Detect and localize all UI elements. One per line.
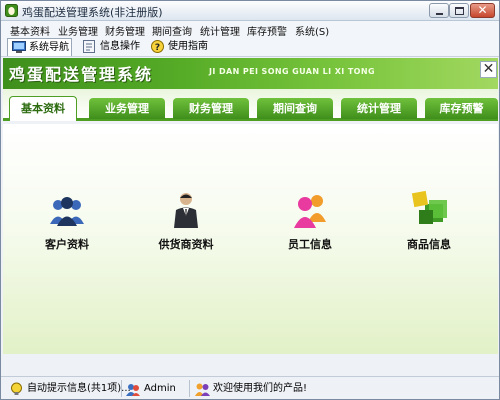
tab-business[interactable]: 业务管理 bbox=[89, 98, 165, 119]
menu-stock-alert[interactable]: 库存预警 bbox=[247, 23, 287, 38]
module-staff-label: 员工信息 bbox=[288, 238, 332, 251]
tab-statistics[interactable]: 统计管理 bbox=[341, 98, 417, 119]
status-divider bbox=[121, 380, 122, 397]
module-customers[interactable]: 客户资料 bbox=[27, 190, 107, 252]
tool-system-nav[interactable]: 系统导航 bbox=[7, 38, 72, 56]
tab-strip: 基本资料 业务管理 财务管理 期间查询 统计管理 库存预警 bbox=[3, 89, 498, 121]
banner-close-button[interactable]: ✕ bbox=[480, 61, 497, 78]
menu-statistics[interactable]: 统计管理 bbox=[200, 23, 240, 38]
staff-icon bbox=[294, 195, 326, 228]
module-goods[interactable]: 商品信息 bbox=[389, 190, 469, 252]
module-suppliers[interactable]: 供货商资料 bbox=[146, 190, 226, 252]
supplier-icon bbox=[174, 193, 198, 228]
status-auto-tip[interactable]: 自动提示信息(共1项)... bbox=[7, 381, 131, 397]
toolbar: 系统导航 信息操作 ? 使用指南 bbox=[1, 37, 499, 57]
module-panel: 客户资料 供货商资料 员工信息 商品信息 bbox=[3, 124, 498, 354]
lightbulb-icon bbox=[11, 382, 22, 395]
module-goods-label: 商品信息 bbox=[407, 238, 451, 251]
menu-business[interactable]: 业务管理 bbox=[58, 23, 98, 38]
goods-icon bbox=[411, 190, 447, 224]
title-bar[interactable]: 鸡蛋配送管理系统(非注册版) ✕ bbox=[1, 1, 499, 21]
tab-finance[interactable]: 财务管理 bbox=[173, 98, 249, 119]
close-button[interactable]: ✕ bbox=[470, 3, 495, 18]
status-welcome-text: 欢迎使用我们的产品! bbox=[213, 383, 308, 394]
svg-text:?: ? bbox=[155, 43, 160, 53]
menu-basic-data[interactable]: 基本资料 bbox=[10, 23, 50, 38]
banner-title: 鸡蛋配送管理系统 bbox=[9, 65, 154, 84]
tab-basic-data[interactable]: 基本资料 bbox=[9, 96, 77, 121]
status-user: Admin bbox=[124, 381, 184, 397]
tool-user-guide-label: 使用指南 bbox=[168, 41, 208, 52]
maximize-button[interactable] bbox=[449, 3, 469, 18]
minimize-button[interactable] bbox=[429, 3, 449, 18]
help-icon: ? bbox=[151, 40, 164, 53]
status-bar: 自动提示信息(共1项)... Admin 欢迎使用我们的产品! bbox=[1, 376, 499, 399]
window-title: 鸡蛋配送管理系统(非注册版) bbox=[22, 6, 163, 19]
maximize-icon bbox=[455, 7, 464, 15]
module-staff[interactable]: 员工信息 bbox=[270, 190, 350, 252]
app-window: 鸡蛋配送管理系统(非注册版) ✕ 基本资料 业务管理 财务管理 期间查询 统计管… bbox=[0, 0, 500, 400]
status-user-name: Admin bbox=[144, 383, 176, 394]
menu-finance[interactable]: 财务管理 bbox=[105, 23, 145, 38]
user-icon bbox=[126, 384, 140, 396]
tab-period-query[interactable]: 期间查询 bbox=[257, 98, 333, 119]
document-icon bbox=[83, 40, 95, 53]
tool-info-operation[interactable]: 信息操作 bbox=[79, 38, 141, 56]
module-customers-label: 客户资料 bbox=[45, 238, 89, 251]
tool-system-nav-label: 系统导航 bbox=[29, 42, 69, 53]
users-icon bbox=[195, 383, 210, 396]
status-auto-tip-text: 自动提示信息(共1项)... bbox=[27, 383, 131, 394]
banner: 鸡蛋配送管理系统 JI DAN PEI SONG GUAN LI XI TONG… bbox=[3, 58, 498, 89]
menu-period-query[interactable]: 期间查询 bbox=[152, 23, 192, 38]
customers-icon bbox=[50, 197, 84, 226]
close-icon: ✕ bbox=[482, 61, 495, 77]
tab-stock-alert[interactable]: 库存预警 bbox=[425, 98, 498, 119]
app-icon bbox=[5, 4, 18, 17]
tool-info-operation-label: 信息操作 bbox=[100, 41, 140, 52]
status-welcome: 欢迎使用我们的产品! bbox=[193, 381, 333, 397]
minimize-icon bbox=[436, 13, 443, 15]
menu-system[interactable]: 系统(S) bbox=[295, 23, 329, 38]
banner-subtitle: JI DAN PEI SONG GUAN LI XI TONG bbox=[209, 67, 375, 76]
menu-bar: 基本资料 业务管理 财务管理 期间查询 统计管理 库存预警 系统(S) bbox=[1, 21, 499, 38]
close-icon: ✕ bbox=[477, 3, 488, 17]
module-suppliers-label: 供货商资料 bbox=[158, 238, 214, 251]
tool-user-guide[interactable]: ? 使用指南 bbox=[147, 38, 213, 56]
status-divider bbox=[189, 380, 190, 397]
monitor-icon bbox=[12, 41, 26, 53]
